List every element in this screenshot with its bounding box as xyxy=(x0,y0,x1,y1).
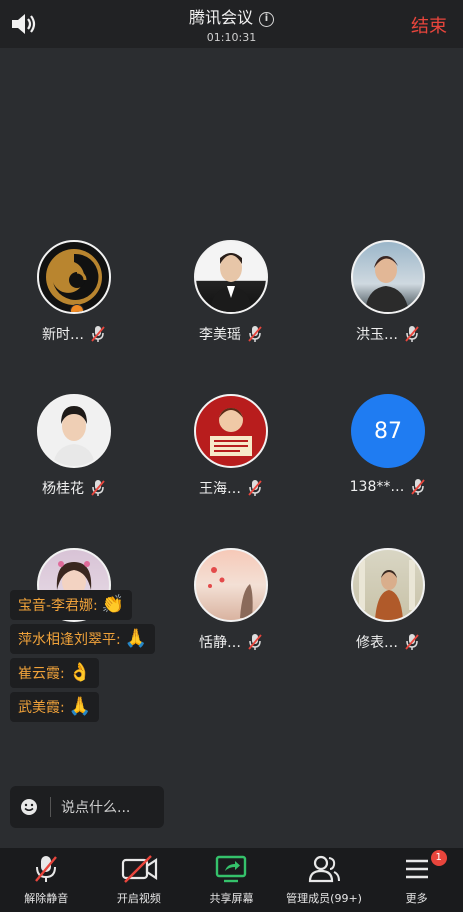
menu-icon xyxy=(405,859,428,879)
chat-sender: 武美霞: xyxy=(18,700,65,716)
participant-name: 恬静… xyxy=(199,635,241,651)
share-screen-icon xyxy=(216,855,247,883)
mic-muted-icon xyxy=(411,479,426,495)
chat-messages: 宝音-李君娜: 👏 萍水相逢刘翠平: 🙏 崔云霞: 👌 武美霞: 🙏 xyxy=(10,590,156,726)
chat-sender: 宝音-李君娜: xyxy=(18,598,98,614)
chat-sender: 萍水相逢刘翠平: xyxy=(18,632,121,648)
meeting-timer: 01:10:31 xyxy=(206,31,257,44)
manage-members-button[interactable]: 管理成员(99+) xyxy=(278,854,370,906)
info-icon[interactable]: i xyxy=(259,12,274,27)
manage-members-label: 管理成员(99+) xyxy=(286,892,362,905)
more-label: 更多 xyxy=(405,892,428,905)
mic-muted-icon xyxy=(405,326,419,342)
participant-tile[interactable]: 杨桂花 xyxy=(14,394,134,498)
meeting-title-block: 腾讯会议 i 01:10:31 xyxy=(0,4,463,44)
share-screen-label: 共享屏幕 xyxy=(209,892,254,905)
participant-tile[interactable]: 王海… xyxy=(171,394,291,498)
mic-muted-icon xyxy=(91,326,105,342)
clap-emoji-icon: 👏 xyxy=(101,594,125,615)
pray-emoji-icon: 🙏 xyxy=(124,628,148,649)
start-video-button[interactable]: 开启视频 xyxy=(93,854,185,906)
emoji-face-icon[interactable] xyxy=(20,798,38,816)
person-photo-icon xyxy=(53,406,95,466)
photo-avatar xyxy=(351,548,425,622)
person-photo-icon xyxy=(210,253,252,312)
logo-emblem-icon xyxy=(46,249,102,305)
participant-tile[interactable]: 恬静… xyxy=(171,548,291,652)
photo-avatar xyxy=(194,240,268,314)
poster-photo-icon xyxy=(210,408,252,456)
photo-avatar xyxy=(194,548,268,622)
members-icon xyxy=(308,855,341,883)
logo-avatar xyxy=(37,240,111,314)
participant-name: 洪玉… xyxy=(356,327,398,343)
participant-name: 王海… xyxy=(199,481,241,497)
host-badge-icon xyxy=(70,304,84,312)
unmute-button[interactable]: 解除静音 xyxy=(0,854,92,906)
poster-avatar xyxy=(194,394,268,468)
person-photo-icon xyxy=(359,560,415,620)
meeting-header: 腾讯会议 i 01:10:31 结束 xyxy=(0,0,463,48)
mic-muted-icon xyxy=(248,634,262,650)
start-video-label: 开启视频 xyxy=(116,892,161,905)
more-badge: 1 xyxy=(430,850,447,866)
mic-muted-icon xyxy=(248,326,262,342)
participant-tile[interactable]: 洪玉… xyxy=(328,240,448,344)
participant-tile[interactable]: 新时… xyxy=(14,240,134,344)
mic-off-icon xyxy=(35,856,58,882)
chat-input-placeholder: 说点什么... xyxy=(50,797,130,817)
participant-name: 新时… xyxy=(42,327,84,343)
participant-tile[interactable]: 李美瑶 xyxy=(171,240,291,344)
video-off-icon xyxy=(121,855,157,883)
pray-emoji-icon: 🙏 xyxy=(68,696,92,717)
participant-name: 李美瑶 xyxy=(199,327,241,343)
participant-tile[interactable]: 87 138**… xyxy=(328,394,448,496)
participant-name: 138**… xyxy=(349,479,405,495)
chat-sender: 崔云霞: xyxy=(18,666,65,682)
chat-message: 崔云霞: 👌 xyxy=(10,658,100,688)
participant-name: 修表… xyxy=(356,635,398,651)
unmute-label: 解除静音 xyxy=(24,892,69,905)
avatar-initial: 87 xyxy=(374,418,402,444)
chat-message: 武美霞: 🙏 xyxy=(10,692,100,722)
photo-avatar xyxy=(351,240,425,314)
photo-avatar xyxy=(37,394,111,468)
chat-message: 萍水相逢刘翠平: 🙏 xyxy=(10,624,156,654)
initial-avatar: 87 xyxy=(351,394,425,468)
share-screen-button[interactable]: 共享屏幕 xyxy=(185,854,277,906)
end-meeting-button[interactable]: 结束 xyxy=(411,12,447,38)
mic-muted-icon xyxy=(248,480,262,496)
scenery-photo-icon xyxy=(208,567,253,618)
participant-name: 杨桂花 xyxy=(42,481,84,497)
participant-tile[interactable]: 修表… xyxy=(328,548,448,652)
bottom-toolbar: 解除静音 开启视频 共享屏幕 管理成员(99+) 1 更多 xyxy=(0,848,463,912)
person-photo-icon xyxy=(365,256,409,312)
chat-input[interactable]: 说点什么... xyxy=(10,786,164,828)
chat-message: 宝音-李君娜: 👏 xyxy=(10,590,133,620)
mic-muted-icon xyxy=(91,480,105,496)
ok-hand-emoji-icon: 👌 xyxy=(68,662,92,683)
more-button[interactable]: 1 更多 xyxy=(371,850,463,906)
mic-muted-icon xyxy=(405,634,419,650)
meeting-title: 腾讯会议 xyxy=(188,8,253,27)
